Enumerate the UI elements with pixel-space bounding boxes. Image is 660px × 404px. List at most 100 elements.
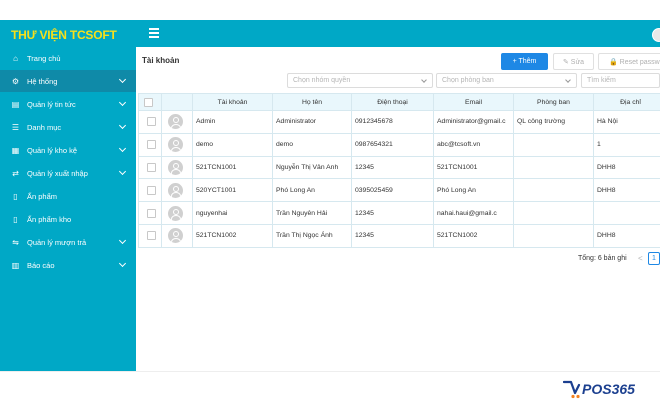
table-row[interactable]: demo demo 0987654321 abc@tcsoft.vn 1 xyxy=(138,133,660,157)
checkbox-header-cell xyxy=(138,93,162,111)
table-cell: Trần Nguyên Hải xyxy=(273,202,352,225)
table-cell: nguyenhai xyxy=(193,202,273,225)
table-cell: Administrator@gmail.c xyxy=(434,111,514,134)
table-row[interactable]: 521TCN1002 Trần Thị Ngọc Ánh 12345 521TCN10… xyxy=(138,225,660,248)
chevron-down-icon xyxy=(118,75,127,84)
user-avatar-icon xyxy=(168,137,183,153)
department-select[interactable]: Chọn phòng ban xyxy=(436,73,577,88)
sidebar-item-label: Danh mục xyxy=(27,122,62,132)
sidebar-item-label: Trang chủ xyxy=(27,53,61,63)
group-select[interactable]: Chọn nhóm quyền xyxy=(287,73,433,88)
row-checkbox[interactable] xyxy=(147,140,156,150)
column-header[interactable]: Email xyxy=(434,93,514,111)
sidebar-item[interactable]: ▯ Ấn phẩm kho xyxy=(0,208,136,230)
sidebar-item[interactable]: ▯ Ấn phẩm xyxy=(0,185,136,207)
sidebar-item-label: Quản lý xuất nhập xyxy=(27,168,88,178)
table-cell: Nguyễn Thị Vân Anh xyxy=(273,156,352,180)
avatar-cell xyxy=(162,225,193,248)
table-header-row: Tài khoản Họ tên Điện thoại Email Phòng ban Đ… xyxy=(138,93,660,111)
sidebar-item[interactable]: ⇋ Quản lý mượn trả xyxy=(0,231,136,253)
search-input[interactable]: Tìm kiếm xyxy=(581,73,660,88)
checkbox-cell xyxy=(138,156,162,180)
row-checkbox[interactable] xyxy=(147,231,156,241)
sidebar-item-label: Quản lý kho kệ xyxy=(27,145,78,155)
row-checkbox[interactable] xyxy=(147,208,156,218)
user-avatar-icon xyxy=(168,182,183,198)
table-cell: Phó Long An xyxy=(434,179,514,203)
user-avatar[interactable] xyxy=(652,28,660,42)
avatar-cell xyxy=(162,111,193,134)
table-cell: 12345 xyxy=(352,225,434,248)
sidebar-item[interactable]: ▤ Quản lý tin tức xyxy=(0,93,136,115)
user-avatar-icon xyxy=(168,205,183,221)
select-all-checkbox[interactable] xyxy=(144,97,153,107)
table-row[interactable]: nguyenhai Trần Nguyên Hải 12345 nahai.haui@… xyxy=(138,202,660,225)
avatar-cell xyxy=(162,156,193,180)
edit-button[interactable]: ✎ Sửa xyxy=(553,53,594,70)
avatar-cell xyxy=(162,202,193,225)
avatar-header-cell xyxy=(162,93,193,111)
add-button[interactable]: + Thêm xyxy=(501,53,548,70)
chevron-down-icon xyxy=(118,236,127,245)
table-row[interactable]: 520YCT1001 Phó Long An 0395025459 Phó Long … xyxy=(138,179,660,203)
table-cell: 12345 xyxy=(352,156,434,180)
table-cell: 0987654321 xyxy=(352,133,434,157)
column-header[interactable]: Địa chỉ xyxy=(594,93,660,111)
row-checkbox[interactable] xyxy=(147,162,156,172)
app-logo[interactable]: THƯ VIỆN TCSOFT xyxy=(11,28,117,42)
app-window: THƯ VIỆN TCSOFT ⌂ Trang chủ ⚙ Hệ thống ▤ Quản… xyxy=(0,0,660,404)
checkbox-cell xyxy=(138,179,162,203)
chevron-down-icon xyxy=(118,259,127,268)
table-cell: 521TCN1001 xyxy=(193,156,273,180)
chevron-down-icon xyxy=(118,121,127,130)
sidebar-item[interactable]: ⚙ Hệ thống xyxy=(0,70,136,92)
column-header[interactable]: Tài khoản xyxy=(193,93,273,111)
user-avatar-icon xyxy=(168,228,183,244)
table-cell: nahai.haui@gmail.c xyxy=(434,202,514,225)
table-cell xyxy=(514,133,594,157)
table-cell: 12345 xyxy=(352,202,434,225)
checkbox-cell xyxy=(138,225,162,248)
table-row[interactable]: 521TCN1001 Nguyễn Thị Vân Anh 12345 521TCN1… xyxy=(138,156,660,180)
column-header[interactable]: Họ tên xyxy=(273,93,352,111)
chevron-down-icon xyxy=(118,144,127,153)
sidebar-item-label: Ấn phẩm xyxy=(27,191,58,201)
search-input-placeholder: Tìm kiếm xyxy=(587,77,616,84)
row-checkbox[interactable] xyxy=(147,117,156,127)
table-cell xyxy=(514,179,594,203)
sidebar-item[interactable]: ⌂ Trang chủ xyxy=(0,47,136,69)
sidebar: ⌂ Trang chủ ⚙ Hệ thống ▤ Quản lý tin tức ☰ Danh… xyxy=(0,47,136,371)
column-header[interactable]: Phòng ban xyxy=(514,93,594,111)
sidebar-item[interactable]: ☰ Danh mục xyxy=(0,116,136,138)
group-select-placeholder: Chọn nhóm quyền xyxy=(293,77,351,84)
prev-page-button[interactable]: < xyxy=(638,254,643,263)
chevron-down-icon xyxy=(118,167,127,176)
sidebar-item-label: Ấn phẩm kho xyxy=(27,214,72,224)
chevron-down-icon xyxy=(118,98,127,107)
sidebar-item[interactable]: ▥ Báo cáo xyxy=(0,254,136,276)
table-cell: DHH8 xyxy=(594,225,660,248)
table-row[interactable]: Admin Administrator 0912345678 Administrato… xyxy=(138,111,660,134)
avatar-cell xyxy=(162,179,193,203)
chevron-down-icon xyxy=(565,77,571,83)
table-cell: 520YCT1001 xyxy=(193,179,273,203)
table-cell: abc@tcsoft.vn xyxy=(434,133,514,157)
menu-toggle-icon[interactable] xyxy=(149,28,159,38)
table-cell xyxy=(594,202,660,225)
table-cell: demo xyxy=(273,133,352,157)
sidebar-item[interactable]: ▦ Quản lý kho kệ xyxy=(0,139,136,161)
top-header: THƯ VIỆN TCSOFT xyxy=(0,20,660,47)
row-checkbox[interactable] xyxy=(147,185,156,195)
table-cell xyxy=(514,202,594,225)
news-icon: ▤ xyxy=(11,99,20,109)
total-records: Tổng: 6 bản ghi xyxy=(578,255,627,262)
cart-wheel-icon xyxy=(576,394,580,399)
table-cell: DHH8 xyxy=(594,157,660,180)
reset-password-button[interactable]: 🔒 Reset password xyxy=(598,53,660,70)
cart-wheel-icon xyxy=(571,394,575,399)
column-header[interactable]: Điện thoại xyxy=(352,93,434,111)
user-avatar-icon xyxy=(168,114,183,130)
table-cell xyxy=(514,156,594,180)
page-1-button[interactable]: 1 xyxy=(648,252,660,265)
sidebar-item[interactable]: ⇄ Quản lý xuất nhập xyxy=(0,162,136,184)
